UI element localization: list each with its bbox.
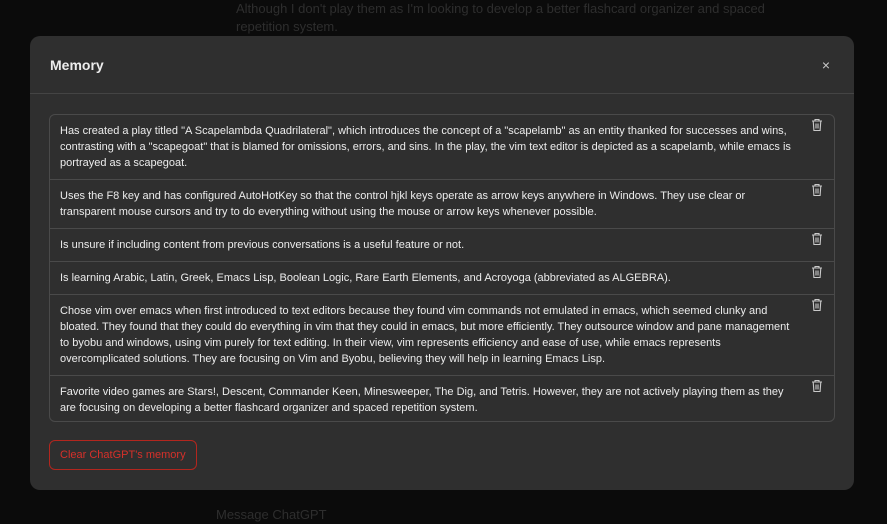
trash-icon[interactable]: [811, 265, 823, 279]
memory-dialog: Memory × Has created a play titled "A Sc…: [30, 36, 854, 490]
memory-item: Has created a play titled "A Scapelambda…: [50, 115, 834, 180]
memory-item: Is learning Arabic, Latin, Greek, Emacs …: [50, 262, 834, 295]
trash-icon[interactable]: [811, 232, 823, 246]
memory-item-text: Chose vim over emacs when first introduc…: [60, 305, 790, 365]
memory-item-text: Is unsure if including content from prev…: [60, 239, 465, 251]
memory-list[interactable]: Has created a play titled "A Scapelambda…: [49, 114, 835, 422]
memory-item: Uses the F8 key and has configured AutoH…: [50, 180, 834, 229]
memory-item-text: Has created a play titled "A Scapelambda…: [60, 125, 791, 169]
memory-item-text: Favorite video games are Stars!, Descent…: [60, 386, 784, 414]
dialog-title: Memory: [50, 56, 104, 73]
memory-item: Favorite video games are Stars!, Descent…: [50, 376, 834, 421]
trash-icon[interactable]: [811, 379, 823, 393]
memory-item: Is unsure if including content from prev…: [50, 229, 834, 262]
memory-item: Chose vim over emacs when first introduc…: [50, 295, 834, 376]
memory-item-text: Is learning Arabic, Latin, Greek, Emacs …: [60, 272, 671, 284]
background-input-placeholder: Message ChatGPT: [216, 507, 327, 522]
dialog-header: Memory ×: [30, 36, 854, 94]
trash-icon[interactable]: [811, 298, 823, 312]
trash-icon[interactable]: [811, 183, 823, 197]
background-message-text: Although I don't play them as I'm lookin…: [236, 1, 765, 34]
clear-memory-button[interactable]: Clear ChatGPT's memory: [49, 440, 197, 470]
memory-item-text: Uses the F8 key and has configured AutoH…: [60, 190, 746, 218]
trash-icon[interactable]: [811, 118, 823, 132]
close-icon[interactable]: ×: [818, 57, 834, 73]
